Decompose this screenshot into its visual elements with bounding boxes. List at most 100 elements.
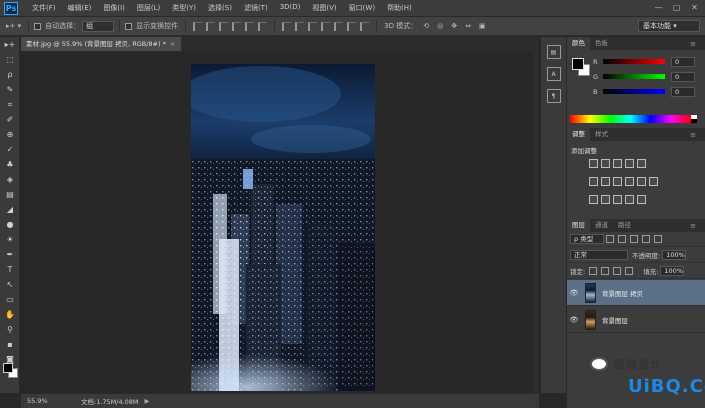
distribute-left-icon[interactable] (321, 21, 331, 31)
filter-type-icon[interactable] (630, 235, 638, 243)
align-top-icon[interactable] (193, 21, 203, 31)
document-tab[interactable]: 素材.jpg @ 55.9% (背景图层 拷贝, RGB/8#) * × (21, 37, 181, 51)
visibility-eye-icon[interactable]: 👁 (567, 289, 581, 297)
blue-value-input[interactable]: 0 (671, 86, 695, 97)
tool-button[interactable]: ☀ (0, 232, 20, 247)
auto-select-dropdown[interactable]: 组 (82, 20, 115, 32)
tool-button[interactable]: ● (0, 217, 20, 232)
distribute-right-icon[interactable] (347, 21, 357, 31)
character-panel-icon[interactable]: A (546, 67, 561, 81)
history-panel-icon[interactable]: ▤ (546, 45, 561, 59)
opacity-input[interactable]: 100% (662, 250, 687, 260)
tool-button[interactable]: T (0, 262, 20, 277)
black-white-icon[interactable] (613, 177, 622, 186)
menu-item[interactable]: 窗口(W) (343, 3, 381, 13)
gradient-map-icon[interactable] (625, 195, 634, 204)
curves-icon[interactable] (613, 159, 622, 168)
brightness-contrast-icon[interactable] (589, 159, 598, 168)
foreground-color-swatch[interactable] (3, 363, 13, 373)
tab-paths[interactable]: 路径 (613, 219, 636, 232)
menu-item[interactable]: 滤镜(T) (238, 3, 274, 13)
invert-icon[interactable] (589, 195, 598, 204)
tool-button[interactable]: ⌗ (0, 97, 20, 112)
color-panel-fg-swatch[interactable] (572, 58, 584, 70)
auto-select-checkbox[interactable] (34, 22, 42, 30)
align-bottom-icon[interactable] (219, 21, 229, 31)
lock-position-icon[interactable] (613, 267, 622, 275)
tab-layers[interactable]: 图层 (567, 219, 590, 232)
move-tool-preset[interactable]: ▸+ ▾ (6, 21, 21, 32)
fill-input[interactable]: 100% (660, 266, 685, 276)
tool-button[interactable]: ✓ (0, 142, 20, 157)
align-left-icon[interactable] (232, 21, 242, 31)
layer-name[interactable]: 背景图层 (602, 315, 628, 325)
tool-button[interactable]: ▤ (0, 187, 20, 202)
hue-saturation-icon[interactable] (589, 177, 598, 186)
lock-all-icon[interactable] (625, 267, 634, 275)
tab-color[interactable]: 颜色 (567, 37, 590, 50)
lock-transparent-icon[interactable] (589, 267, 598, 275)
tab-swatches[interactable]: 色板 (590, 37, 613, 50)
filter-smart-icon[interactable] (654, 235, 662, 243)
minimize-button[interactable]: — (652, 2, 665, 14)
menu-item[interactable]: 图像(I) (97, 3, 131, 13)
filter-shape-icon[interactable] (642, 235, 650, 243)
distribute-hcenter-icon[interactable] (334, 21, 344, 31)
layer-row[interactable]: 👁 背景图层 (567, 307, 705, 333)
vertical-scrollbar[interactable] (533, 51, 539, 393)
align-hcenter-icon[interactable] (245, 21, 255, 31)
color-swatches[interactable] (3, 363, 19, 379)
show-transform-checkbox[interactable] (125, 22, 133, 30)
visibility-eye-icon[interactable]: 👁 (567, 316, 581, 324)
red-slider[interactable] (603, 59, 665, 64)
distribute-vcenter-icon[interactable] (295, 21, 305, 31)
tab-styles[interactable]: 样式 (590, 128, 613, 141)
color-spectrum[interactable] (570, 115, 691, 123)
menu-item[interactable]: 类型(Y) (166, 3, 202, 13)
posterize-icon[interactable] (601, 195, 610, 204)
tool-button[interactable]: ✐ (0, 112, 20, 127)
menu-item[interactable]: 视图(V) (306, 3, 342, 13)
distribute-bottom-icon[interactable] (308, 21, 318, 31)
distribute-top-icon[interactable] (282, 21, 292, 31)
zoom-level[interactable]: 55.9% (21, 397, 61, 405)
3d-slide-icon[interactable]: ⇔ (463, 21, 473, 32)
exposure-icon[interactable] (625, 159, 634, 168)
tool-button[interactable]: ▸+ (0, 37, 20, 52)
black-white-ramp[interactable] (691, 115, 697, 123)
tool-button[interactable]: ◈ (0, 172, 20, 187)
tool-button[interactable]: ✒ (0, 247, 20, 262)
layer-row[interactable]: 👁 背景图层 拷贝 (567, 280, 705, 306)
tool-button[interactable]: ↖ (0, 277, 20, 292)
menu-item[interactable]: 图层(L) (131, 3, 166, 13)
lock-pixels-icon[interactable] (601, 267, 610, 275)
menu-item[interactable]: 3D(D) (274, 3, 307, 13)
color-balance-icon[interactable] (601, 177, 610, 186)
3d-pan-icon[interactable]: ✥ (449, 21, 459, 32)
tool-button[interactable]: ♣ (0, 157, 20, 172)
maximize-button[interactable]: ▢ (670, 2, 683, 14)
green-value-input[interactable]: 0 (671, 71, 695, 82)
document-image[interactable] (191, 64, 375, 391)
tab-channels[interactable]: 通道 (590, 219, 613, 232)
3d-rotate-icon[interactable]: ⟲ (421, 21, 431, 32)
color-lookup-icon[interactable] (649, 177, 658, 186)
tool-button[interactable]: ▭ (0, 292, 20, 307)
menu-item[interactable]: 编辑(E) (62, 3, 98, 13)
blend-mode-dropdown[interactable]: 正常 (570, 250, 628, 260)
red-value-input[interactable]: 0 (671, 56, 695, 67)
tool-button[interactable]: ρ (0, 67, 20, 82)
layer-filter-dropdown[interactable]: ρ 类型 (570, 234, 604, 244)
tool-button[interactable]: ✋ (0, 307, 20, 322)
close-button[interactable]: ✕ (688, 2, 701, 14)
auto-align-icon[interactable] (360, 21, 370, 31)
status-menu-icon[interactable]: ▶ (145, 397, 150, 405)
tool-button[interactable]: ✎ (0, 82, 20, 97)
align-vcenter-icon[interactable] (206, 21, 216, 31)
workspace-dropdown[interactable]: 基本功能 ▾ (638, 20, 700, 32)
3d-roll-icon[interactable]: ◎ (435, 21, 445, 32)
photo-filter-icon[interactable] (625, 177, 634, 186)
filter-pixel-icon[interactable] (606, 235, 614, 243)
green-slider[interactable] (603, 74, 665, 79)
align-right-icon[interactable] (258, 21, 268, 31)
